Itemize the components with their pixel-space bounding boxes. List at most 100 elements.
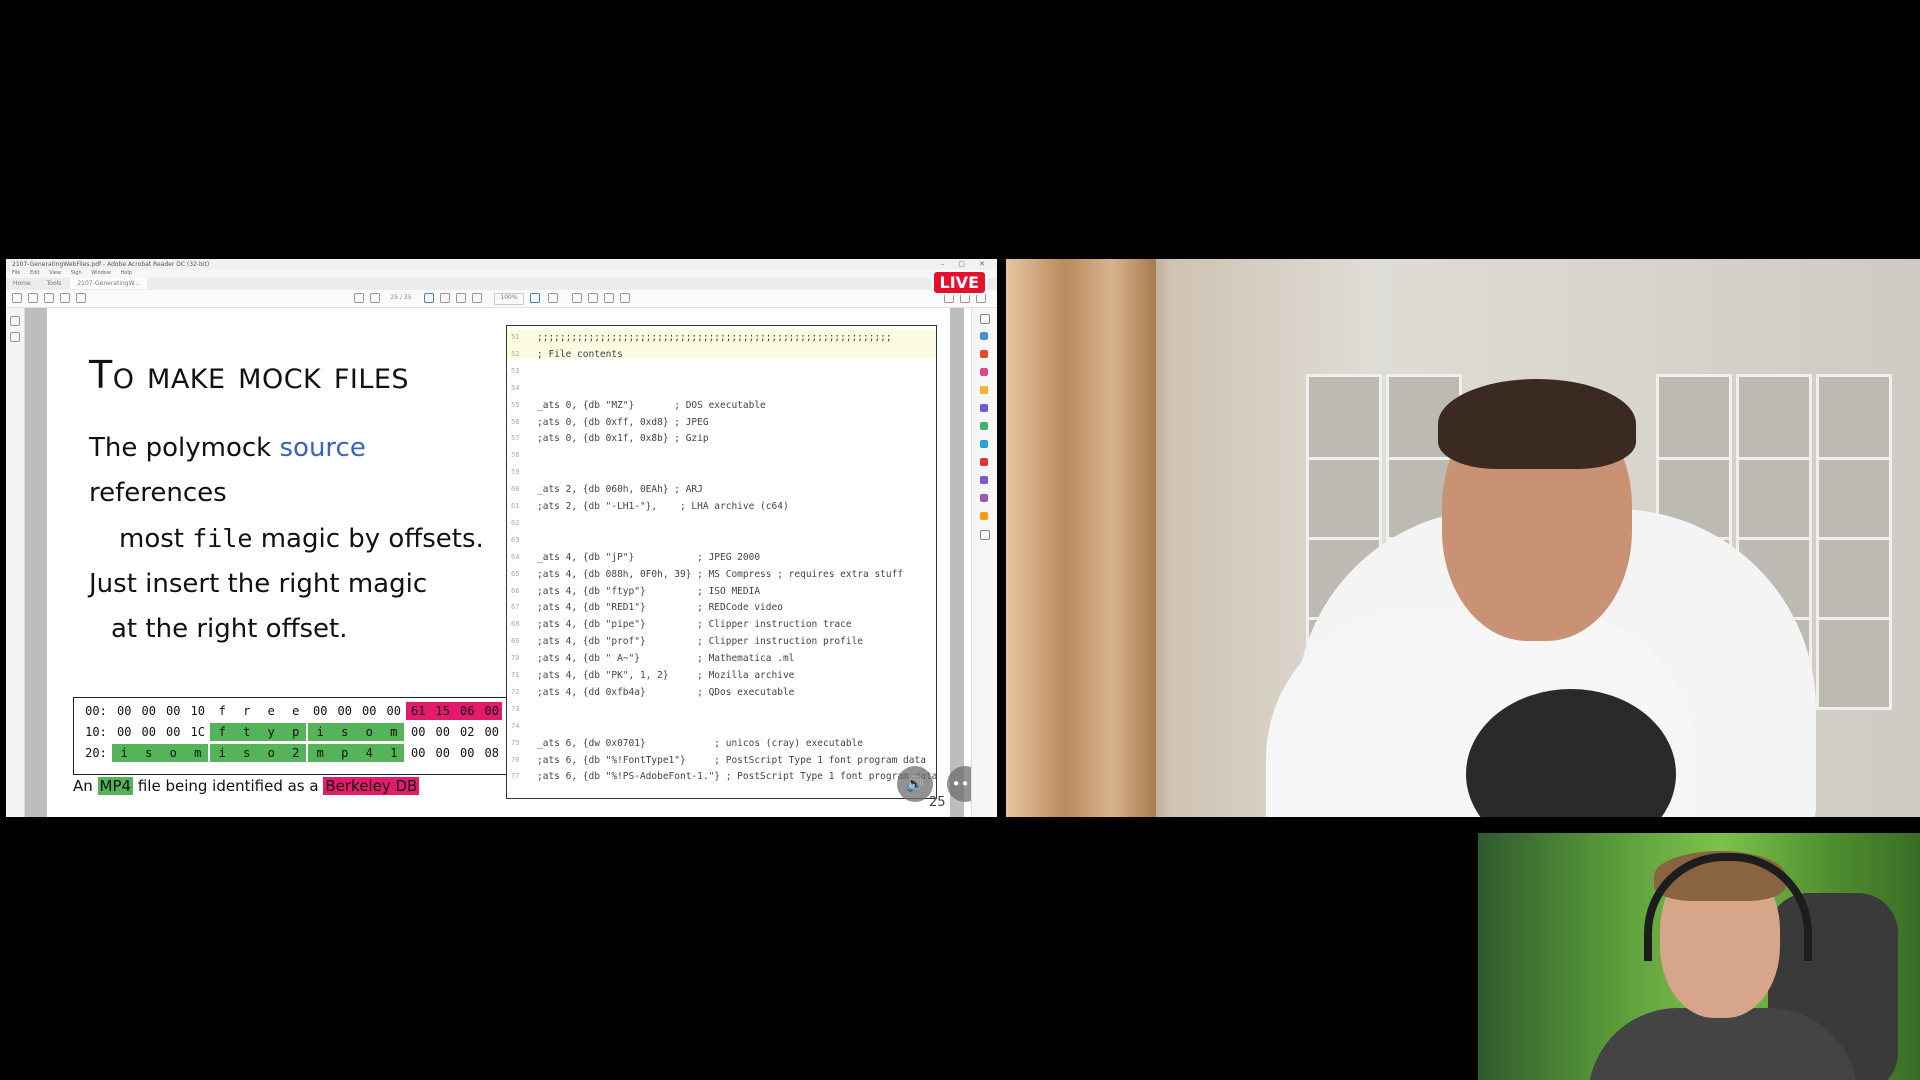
fill-sign-icon[interactable] bbox=[980, 494, 988, 502]
page-indicator[interactable]: 25 / 35 bbox=[387, 293, 415, 303]
protect-icon[interactable] bbox=[980, 476, 988, 484]
code-line: ;ats 4, {db "pipe"} ; Clipper instructio… bbox=[537, 619, 852, 631]
tab-home[interactable]: Home bbox=[6, 278, 38, 289]
code-line-number: 67 bbox=[511, 603, 520, 612]
menu-bar: File Edit View Sign Window Help bbox=[6, 270, 997, 278]
code-line-number: 60 bbox=[511, 485, 520, 494]
comment-tool-icon[interactable] bbox=[980, 386, 988, 394]
tab-tools[interactable]: Tools bbox=[40, 278, 69, 289]
hex-byte: o bbox=[365, 725, 373, 739]
page-thumbnails-icon[interactable] bbox=[10, 316, 20, 326]
more-tools-icon[interactable] bbox=[980, 530, 990, 540]
compress-icon[interactable] bbox=[980, 440, 988, 448]
hex-byte: e bbox=[267, 704, 275, 718]
hex-byte: o bbox=[169, 746, 177, 760]
hex-byte: 00 bbox=[141, 725, 156, 739]
hex-byte: 00 bbox=[386, 704, 401, 718]
code-line-number: 69 bbox=[511, 637, 520, 646]
body-text: references bbox=[89, 478, 227, 508]
hex-byte: 00 bbox=[166, 725, 181, 739]
edit-pdf-icon[interactable] bbox=[980, 368, 988, 376]
hex-byte: 00 bbox=[484, 704, 499, 718]
prev-page-icon[interactable] bbox=[354, 293, 364, 303]
hand-tool-icon[interactable] bbox=[440, 293, 450, 303]
create-pdf-icon[interactable] bbox=[980, 350, 988, 358]
zoom-in-icon[interactable] bbox=[472, 293, 482, 303]
menu-edit[interactable]: Edit bbox=[30, 270, 40, 276]
code-line: ;ats 4, {db " A~"} ; Mathematica .ml bbox=[537, 653, 795, 665]
menu-help[interactable]: Help bbox=[121, 270, 132, 276]
hex-byte: 00 bbox=[435, 725, 450, 739]
body-text: The polymock bbox=[89, 433, 280, 463]
code-line: ;ats 4, {db "RED1"} ; REDCode video bbox=[537, 602, 783, 614]
presenter-webcam bbox=[1006, 259, 1920, 817]
organize-pages-icon[interactable] bbox=[980, 422, 988, 430]
hex-byte: p bbox=[292, 725, 300, 739]
search-icon[interactable] bbox=[76, 293, 86, 303]
tab-document[interactable]: 2107-GeneratingW... bbox=[70, 278, 147, 289]
hex-dump: 00: 00 00 00 10 f r e e 00 00 00 00 61 15 06 00 10: 00 00 00… bbox=[73, 697, 509, 775]
hex-byte: 00 bbox=[411, 746, 426, 760]
combine-files-icon[interactable] bbox=[980, 404, 988, 412]
audio-icon[interactable]: 🔊 bbox=[897, 766, 933, 802]
curtain bbox=[1006, 259, 1156, 817]
hex-byte: 00 bbox=[411, 725, 426, 739]
menu-file[interactable]: File bbox=[12, 270, 20, 276]
zoom-out-icon[interactable] bbox=[456, 293, 466, 303]
redact-icon[interactable] bbox=[980, 458, 988, 466]
hex-byte: 08 bbox=[484, 746, 499, 760]
hex-byte: i bbox=[316, 725, 324, 739]
window-controls[interactable]: – ▢ ✕ bbox=[941, 259, 991, 270]
code-line-number: 59 bbox=[511, 468, 520, 477]
toolbar: 25 / 35 100% bbox=[6, 290, 997, 308]
caption-berkeley-highlight: Berkeley DB bbox=[323, 777, 420, 795]
hex-offset: 20: bbox=[85, 746, 107, 760]
hex-byte: 10 bbox=[190, 704, 205, 718]
comment-icon[interactable] bbox=[572, 293, 582, 303]
code-line-number: 75 bbox=[511, 738, 520, 747]
print-icon[interactable] bbox=[60, 293, 70, 303]
hex-byte: m bbox=[316, 746, 324, 760]
fit-page-icon[interactable] bbox=[530, 293, 540, 303]
bookmark-icon[interactable] bbox=[28, 293, 38, 303]
save-icon[interactable] bbox=[12, 293, 22, 303]
upload-icon[interactable] bbox=[44, 293, 54, 303]
hex-byte: 00 bbox=[460, 746, 475, 760]
menu-sign[interactable]: Sign bbox=[71, 270, 82, 276]
rotate-icon[interactable] bbox=[620, 293, 630, 303]
hex-byte: 1C bbox=[190, 725, 205, 739]
page-gutter-left bbox=[25, 308, 47, 817]
sign-icon[interactable] bbox=[604, 293, 614, 303]
menu-window[interactable]: Window bbox=[91, 270, 111, 276]
code-line-number: 54 bbox=[511, 383, 520, 392]
source-link[interactable]: source bbox=[280, 433, 366, 463]
next-page-icon[interactable] bbox=[370, 293, 380, 303]
slide-caption: An MP4 file being identified as a Berkel… bbox=[73, 777, 420, 795]
send-icon[interactable] bbox=[980, 512, 988, 520]
hex-byte: 1 bbox=[390, 746, 398, 760]
code-line-number: 56 bbox=[511, 417, 520, 426]
hex-byte: 2 bbox=[292, 746, 300, 760]
hex-byte: o bbox=[267, 746, 275, 760]
hex-byte: 00 bbox=[117, 704, 132, 718]
hex-byte: 00 bbox=[362, 704, 377, 718]
menu-view[interactable]: View bbox=[49, 270, 61, 276]
select-cursor-icon[interactable] bbox=[424, 293, 434, 303]
body-text: magic by offsets. bbox=[252, 524, 484, 554]
highlight-pen-icon[interactable] bbox=[588, 293, 598, 303]
code-line-number: 65 bbox=[511, 569, 520, 578]
body-text: most bbox=[119, 524, 193, 554]
export-pdf-icon[interactable] bbox=[980, 332, 988, 340]
hex-byte: r bbox=[243, 704, 251, 718]
zoom-level[interactable]: 100% bbox=[494, 293, 524, 305]
code-line: _ats 0, {db "MZ"} ; DOS executable bbox=[537, 399, 766, 411]
hex-row: 10: 00 00 00 1C f t y p i s o m 00 00 02 00 bbox=[74, 723, 508, 743]
hex-byte: t bbox=[243, 725, 251, 739]
scroll-mode-icon[interactable] bbox=[548, 293, 558, 303]
caption-mp4-highlight: MP4 bbox=[97, 777, 134, 795]
code-line-number: 76 bbox=[511, 755, 520, 764]
caption-text: file being identified as a bbox=[133, 777, 324, 795]
attachments-icon[interactable] bbox=[10, 332, 20, 342]
code-line: ;;;;;;;;;;;;;;;;;;;;;;;;;;;;;;;;;;;;;;;;… bbox=[537, 332, 892, 343]
zoom-tool-icon[interactable] bbox=[980, 314, 990, 324]
